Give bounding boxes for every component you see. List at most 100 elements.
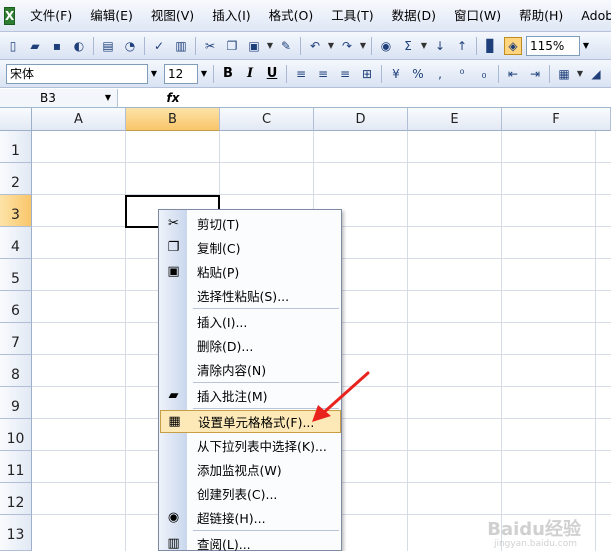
- row-header-10[interactable]: 10: [0, 419, 32, 451]
- row-header-2[interactable]: 2: [0, 163, 32, 195]
- redo-dropdown-icon[interactable]: ▼: [358, 37, 368, 55]
- sort-ascending-icon[interactable]: ↓: [431, 37, 449, 55]
- menu-item-paste-special[interactable]: 选择性粘贴(S)...: [160, 284, 341, 307]
- font-size-dropdown-icon[interactable]: ▼: [198, 64, 210, 84]
- menu-item-label: 选择性粘贴(S)...: [197, 289, 290, 304]
- column-header-d[interactable]: D: [314, 108, 408, 131]
- menu-item-cut[interactable]: ✂ 剪切(T): [160, 212, 341, 235]
- toolbar-separator: [476, 36, 477, 55]
- menu-item-insert-comment[interactable]: ▰ 插入批注(M): [160, 384, 341, 407]
- zoom-dropdown-icon[interactable]: ▼: [580, 36, 592, 56]
- chart-wizard-icon[interactable]: ▊: [482, 37, 500, 55]
- currency-icon[interactable]: ¥: [387, 65, 405, 83]
- row-header-9[interactable]: 9: [0, 387, 32, 419]
- menu-item-delete[interactable]: 删除(D)...: [160, 334, 341, 357]
- undo-dropdown-icon[interactable]: ▼: [326, 37, 336, 55]
- name-box-dropdown-icon[interactable]: ▼: [105, 89, 111, 107]
- menu-item-copy[interactable]: ❐ 复制(C): [160, 236, 341, 259]
- menu-window[interactable]: 窗口(W): [445, 5, 510, 27]
- row-header-11[interactable]: 11: [0, 451, 32, 483]
- print-icon[interactable]: ▤: [99, 37, 117, 55]
- column-header-f[interactable]: F: [502, 108, 611, 131]
- research-icon[interactable]: ▥: [172, 37, 190, 55]
- name-box[interactable]: B3 ▼: [0, 88, 118, 107]
- save-icon[interactable]: ▪: [48, 37, 66, 55]
- borders-dropdown-icon[interactable]: ▼: [575, 65, 585, 83]
- redo-icon[interactable]: ↷: [338, 37, 356, 55]
- hyperlink-icon[interactable]: ◉: [377, 37, 395, 55]
- row-header-13[interactable]: 13: [0, 515, 32, 551]
- menu-format[interactable]: 格式(O): [260, 5, 323, 27]
- format-painter-icon[interactable]: ✎: [277, 37, 295, 55]
- align-center-icon[interactable]: ≡: [314, 65, 332, 83]
- autosum-icon[interactable]: Σ: [399, 37, 417, 55]
- menu-item-paste[interactable]: ▣ 粘贴(P): [160, 260, 341, 283]
- bold-button[interactable]: B: [219, 65, 237, 83]
- zoom-box[interactable]: 115%: [526, 35, 580, 56]
- menu-item-pick-from-list[interactable]: 从下拉列表中选择(K)...: [160, 434, 341, 457]
- menu-item-lookup[interactable]: ▥ 查阅(L)...: [160, 532, 341, 551]
- menu-help[interactable]: 帮助(H): [510, 5, 572, 27]
- row-header-6[interactable]: 6: [0, 291, 32, 323]
- menu-item-clear-contents[interactable]: 清除内容(N): [160, 358, 341, 381]
- font-name-box[interactable]: 宋体: [6, 63, 148, 84]
- row-header-7[interactable]: 7: [0, 323, 32, 355]
- menu-tools[interactable]: 工具(T): [322, 5, 382, 27]
- column-header-c[interactable]: C: [220, 108, 314, 131]
- row-header-3[interactable]: 3: [0, 195, 32, 227]
- new-document-icon[interactable]: ▯: [4, 37, 22, 55]
- menu-item-create-list[interactable]: 创建列表(C)...: [160, 482, 341, 505]
- formula-bar: B3 ▼ fx: [0, 88, 611, 108]
- font-size-box[interactable]: 12: [164, 63, 198, 84]
- align-right-icon[interactable]: ≡: [336, 65, 354, 83]
- print-preview-icon[interactable]: ◔: [121, 37, 139, 55]
- decrease-indent-icon[interactable]: ⇤: [504, 65, 522, 83]
- undo-icon[interactable]: ↶: [306, 37, 324, 55]
- row-header-1[interactable]: 1: [0, 131, 32, 163]
- paste-dropdown-icon[interactable]: ▼: [265, 37, 275, 55]
- insert-function-button[interactable]: fx: [158, 91, 188, 105]
- italic-button[interactable]: I: [241, 65, 259, 83]
- paste-icon[interactable]: ▣: [245, 37, 263, 55]
- increase-decimal-icon[interactable]: ⁰: [453, 65, 471, 83]
- cut-icon[interactable]: ✂: [201, 37, 219, 55]
- merge-center-icon[interactable]: ⊞: [358, 65, 376, 83]
- align-left-icon[interactable]: ≡: [292, 65, 310, 83]
- menu-data[interactable]: 数据(D): [383, 5, 445, 27]
- permission-icon[interactable]: ◐: [70, 37, 88, 55]
- menu-item-insert[interactable]: 插入(I)...: [160, 310, 341, 333]
- decrease-decimal-icon[interactable]: ₀: [475, 65, 493, 83]
- menu-edit[interactable]: 编辑(E): [81, 5, 142, 27]
- menu-item-add-watch[interactable]: 添加监视点(W): [160, 458, 341, 481]
- font-dropdown-icon[interactable]: ▼: [148, 64, 160, 84]
- open-folder-icon[interactable]: ▰: [26, 37, 44, 55]
- menu-item-format-cells[interactable]: ▦ 设置单元格格式(F)...: [160, 410, 341, 433]
- increase-indent-icon[interactable]: ⇥: [526, 65, 544, 83]
- menu-view[interactable]: 视图(V): [142, 5, 203, 27]
- menu-adobe-pdf[interactable]: Adobe PDF(B): [572, 5, 611, 27]
- standard-toolbar: ▯ ▰ ▪ ◐ ▤ ◔ ✓ ▥ ✂ ❐ ▣ ▼ ✎ ↶ ▼ ↷ ▼ ◉ Σ ▼ …: [0, 32, 611, 60]
- sort-descending-icon[interactable]: ↑: [453, 37, 471, 55]
- column-header-a[interactable]: A: [32, 108, 126, 131]
- spelling-icon[interactable]: ✓: [150, 37, 168, 55]
- copy-icon[interactable]: ❐: [223, 37, 241, 55]
- column-header-b[interactable]: B: [126, 108, 220, 131]
- menu-file[interactable]: 文件(F): [21, 5, 81, 27]
- select-all-corner[interactable]: [0, 108, 32, 131]
- row-header-12[interactable]: 12: [0, 483, 32, 515]
- comma-style-icon[interactable]: ,: [431, 65, 449, 83]
- borders-icon[interactable]: ▦: [555, 65, 573, 83]
- excel-app-icon[interactable]: X: [4, 6, 16, 25]
- drawing-icon[interactable]: ◈: [504, 36, 522, 55]
- clipboard-icon: ▣: [167, 264, 180, 279]
- fill-color-icon[interactable]: ◢: [587, 65, 605, 83]
- row-header-4[interactable]: 4: [0, 227, 32, 259]
- column-header-e[interactable]: E: [408, 108, 502, 131]
- row-header-8[interactable]: 8: [0, 355, 32, 387]
- autosum-dropdown-icon[interactable]: ▼: [419, 37, 429, 55]
- row-header-5[interactable]: 5: [0, 259, 32, 291]
- percent-icon[interactable]: %: [409, 65, 427, 83]
- menu-insert[interactable]: 插入(I): [203, 5, 259, 27]
- menu-item-hyperlink[interactable]: ◉ 超链接(H)...: [160, 506, 341, 529]
- underline-button[interactable]: U: [263, 65, 281, 83]
